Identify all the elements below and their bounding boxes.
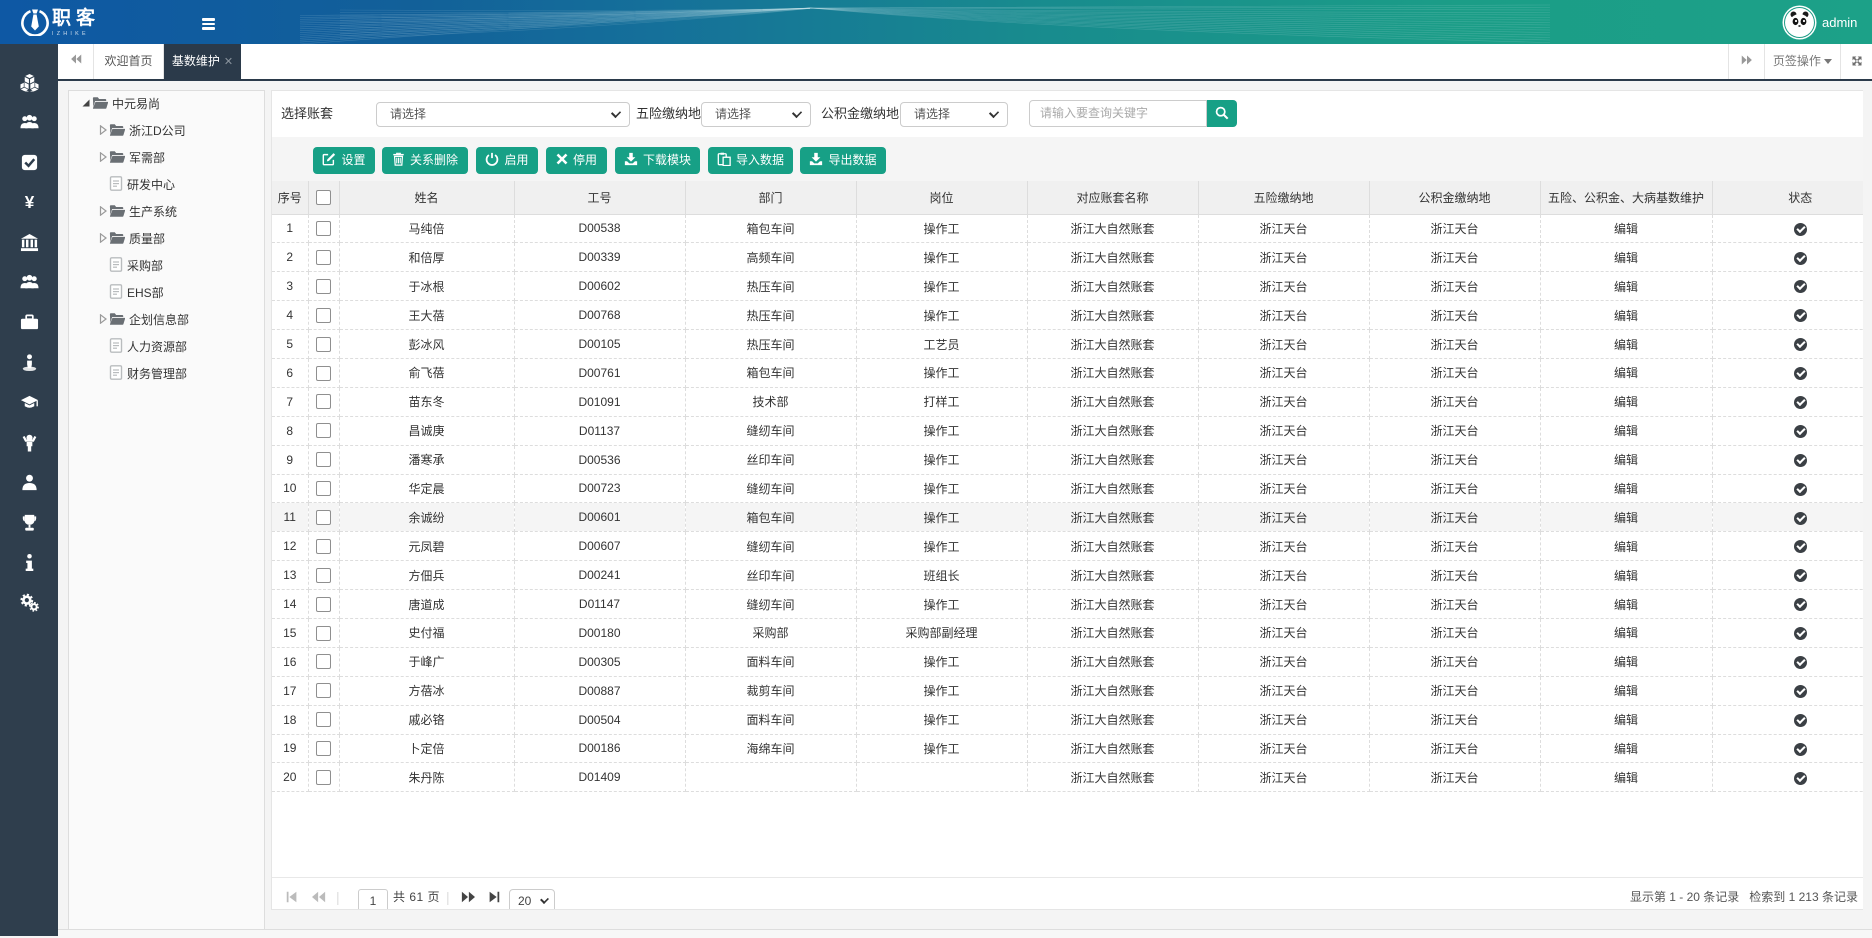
svg-text:¥: ¥ [24, 193, 34, 212]
